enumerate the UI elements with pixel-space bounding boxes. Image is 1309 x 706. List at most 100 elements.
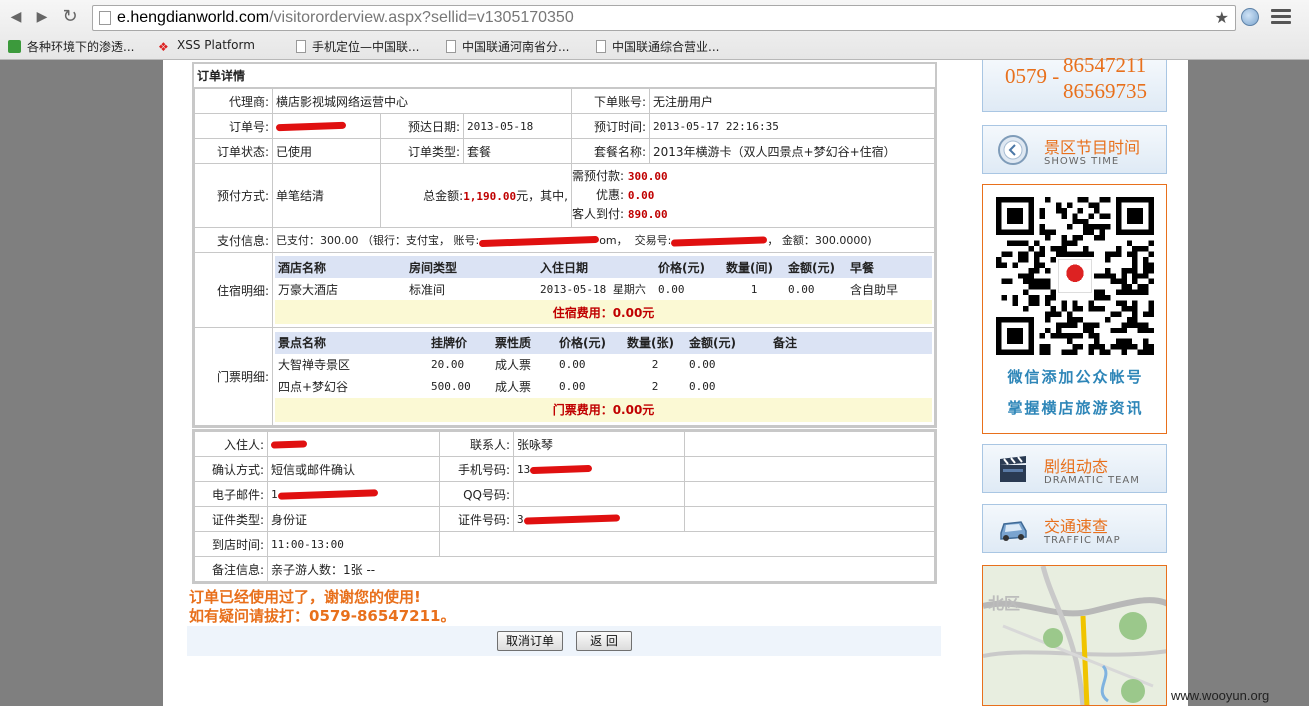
table-row: 四点+梦幻谷 500.00 成人票 0.00 2 0.00 [278,380,716,394]
mobile-label: 手机号码: [439,456,514,482]
shows-time-link[interactable]: 景区节目时间 SHOWS TIME [982,125,1167,174]
traffic-map-title: 交通速查 [1044,517,1109,536]
bookmark-item[interactable]: 中国联通河南省分... [446,38,569,55]
map-district-label: 北区 [988,594,1020,613]
payment-breakdown: 需预付款: 300.00 优惠: 0.00 客人到付: 890.00 [571,163,935,228]
traffic-map-link[interactable]: 交通速查 TRAFFIC MAP [982,504,1167,553]
bookmark-item[interactable]: 中国联通综合营业... [596,38,719,55]
order-type-label: 订单类型: [380,138,464,164]
bookmark-page-icon [446,40,456,53]
hotel-detail-cell: 酒店名称 房间类型 入住日期 价格(元) 数量(间) 金额(元) 早餐 万豪大酒… [272,252,935,328]
email-value: 1 [267,481,440,507]
hotel-detail-label: 住宿明细: [194,252,273,328]
ticket-col-header: 备注 [770,331,932,354]
dramatic-team-link[interactable]: 剧组动态 DRAMATIC TEAM [982,444,1167,493]
cancel-order-button[interactable]: 取消订单 [497,631,563,651]
total-value: 1,190.00 [463,190,517,203]
id-type-value: 身份证 [267,506,440,532]
table-row: 大智禅寺景区 20.00 成人票 0.00 2 0.00 [278,358,716,372]
dramatic-team-title: 剧组动态 [1044,457,1109,476]
contact-value: 张咏琴 [513,431,685,457]
hotel-table: 酒店名称 房间类型 入住日期 价格(元) 数量(间) 金额(元) 早餐 万豪大酒… [275,256,932,324]
area-map[interactable]: 北区 [982,565,1167,706]
ticket-col-header: 景点名称 [275,331,428,354]
globe-icon[interactable] [1241,8,1259,26]
arrive-time-value: 11:00-13:00 [267,531,440,557]
bookmark-item[interactable]: 手机定位—中国联... [296,38,419,55]
contact-label: 联系人: [439,431,514,457]
url-text[interactable]: e.hengdianworld.com/visitororderview.asp… [117,9,574,27]
traffic-map-subtitle: TRAFFIC MAP [1044,535,1121,546]
shows-time-subtitle: SHOWS TIME [1044,156,1120,167]
agent-value: 横店影视城网络运营中心 [272,88,572,114]
browser-chrome: ◀ ▶ ↻ e.hengdianworld.com/visitorordervi… [0,0,1309,60]
phone-box: 0579 - 86547211 86569735 [982,53,1167,112]
qq-label: QQ号码: [439,481,514,507]
clock-icon [998,135,1028,165]
order-no-value [272,113,381,139]
remark-value: 亲子游人数：1张 -- [267,556,935,582]
phone-area: 0579 - [1005,64,1060,88]
redaction-mark [479,235,600,247]
status-value: 已使用 [272,138,381,164]
email-label: 电子邮件: [194,481,268,507]
button-bar: 取消订单 返 回 [187,626,941,656]
hotel-col-header: 数量(间) [723,256,785,278]
back-button[interactable]: 返 回 [576,631,632,651]
ticket-detail-cell: 景点名称 挂牌价 票性质 价格(元) 数量(张) 金额(元) 备注 大智禅寺景区… [272,327,935,426]
guest-table: 入住人: 联系人: 张咏琴 确认方式: 短信或邮件确认 手机号码: 13 电子邮… [194,431,935,582]
redaction-mark [277,489,378,500]
account-value: 无注册用户 [649,88,935,114]
guest-info-panel: 入住人: 联系人: 张咏琴 确认方式: 短信或邮件确认 手机号码: 13 电子邮… [192,429,937,584]
car-icon [1000,521,1027,541]
hotel-col-header: 房间类型 [406,256,537,278]
arrive-date-label: 预达日期: [380,113,464,139]
ticket-col-header: 票性质 [492,331,556,354]
hotel-col-header: 早餐 [847,256,932,278]
checkin-value [267,431,440,457]
confirm-value: 短信或邮件确认 [267,456,440,482]
pay-info-value: 已支付：300.00 （银行：支付宝， 账号: om， 交易号:， 金额：300.… [272,227,935,253]
phone-number-1: 86547211 [1063,53,1147,77]
order-details-panel: 订单详情 代理商: 横店影视城网络运营中心 下单账号: 无注册用户 订单号: 预… [192,62,937,428]
address-bar[interactable]: e.hengdianworld.com/visitororderview.asp… [92,5,1236,31]
hotel-col-header: 金额(元) [785,256,847,278]
redaction-mark [671,235,768,247]
page-icon [99,11,111,25]
bookmark-star-icon[interactable]: ★ [1215,8,1229,27]
total-amount: 总金额:1,190.00元，其中, [380,163,572,228]
hotel-col-header: 入住日期 [537,256,655,278]
qr-caption-2: 掌握横店旅游资讯 [1007,399,1144,417]
id-no-label: 证件号码: [439,506,514,532]
redaction-mark [270,440,308,449]
redaction-mark [275,121,347,132]
hotel-col-header: 酒店名称 [275,256,406,278]
package-label: 套餐名称: [571,138,650,164]
bookmark-item[interactable]: 各种环境下的渗透... [8,38,134,55]
reload-icon[interactable]: ↻ [60,7,80,27]
bookmark-page-icon [296,40,306,53]
qq-value [513,481,685,507]
ticket-col-header: 价格(元) [556,331,624,354]
bookmark-item[interactable]: ❖ XSS Platform [158,38,255,54]
ticket-detail-label: 门票明细: [194,327,273,426]
order-no-label: 订单号: [194,113,273,139]
back-icon[interactable]: ◀ [6,7,26,27]
redaction-mark [530,464,593,475]
bookmark-favicon-icon [8,40,21,53]
confirm-label: 确认方式: [194,456,268,482]
book-time-label: 预订时间: [571,113,650,139]
ticket-col-header: 挂牌价 [428,331,492,354]
section-title: 订单详情 [194,64,935,88]
shows-time-title: 景区节目时间 [1044,138,1141,157]
id-type-label: 证件类型: [194,506,268,532]
forward-icon[interactable]: ▶ [32,7,52,27]
qr-code-icon [996,197,1154,355]
phone-number-2: 86569735 [1063,79,1147,103]
bookmark-favicon-icon: ❖ [158,40,169,54]
agent-label: 代理商: [194,88,273,114]
pay-info-label: 支付信息: [194,227,273,253]
prepay-value: 单笔结清 [272,163,381,228]
notice-used: 订单已经使用过了，谢谢您的使用! [189,588,421,606]
menu-icon[interactable] [1271,9,1291,25]
